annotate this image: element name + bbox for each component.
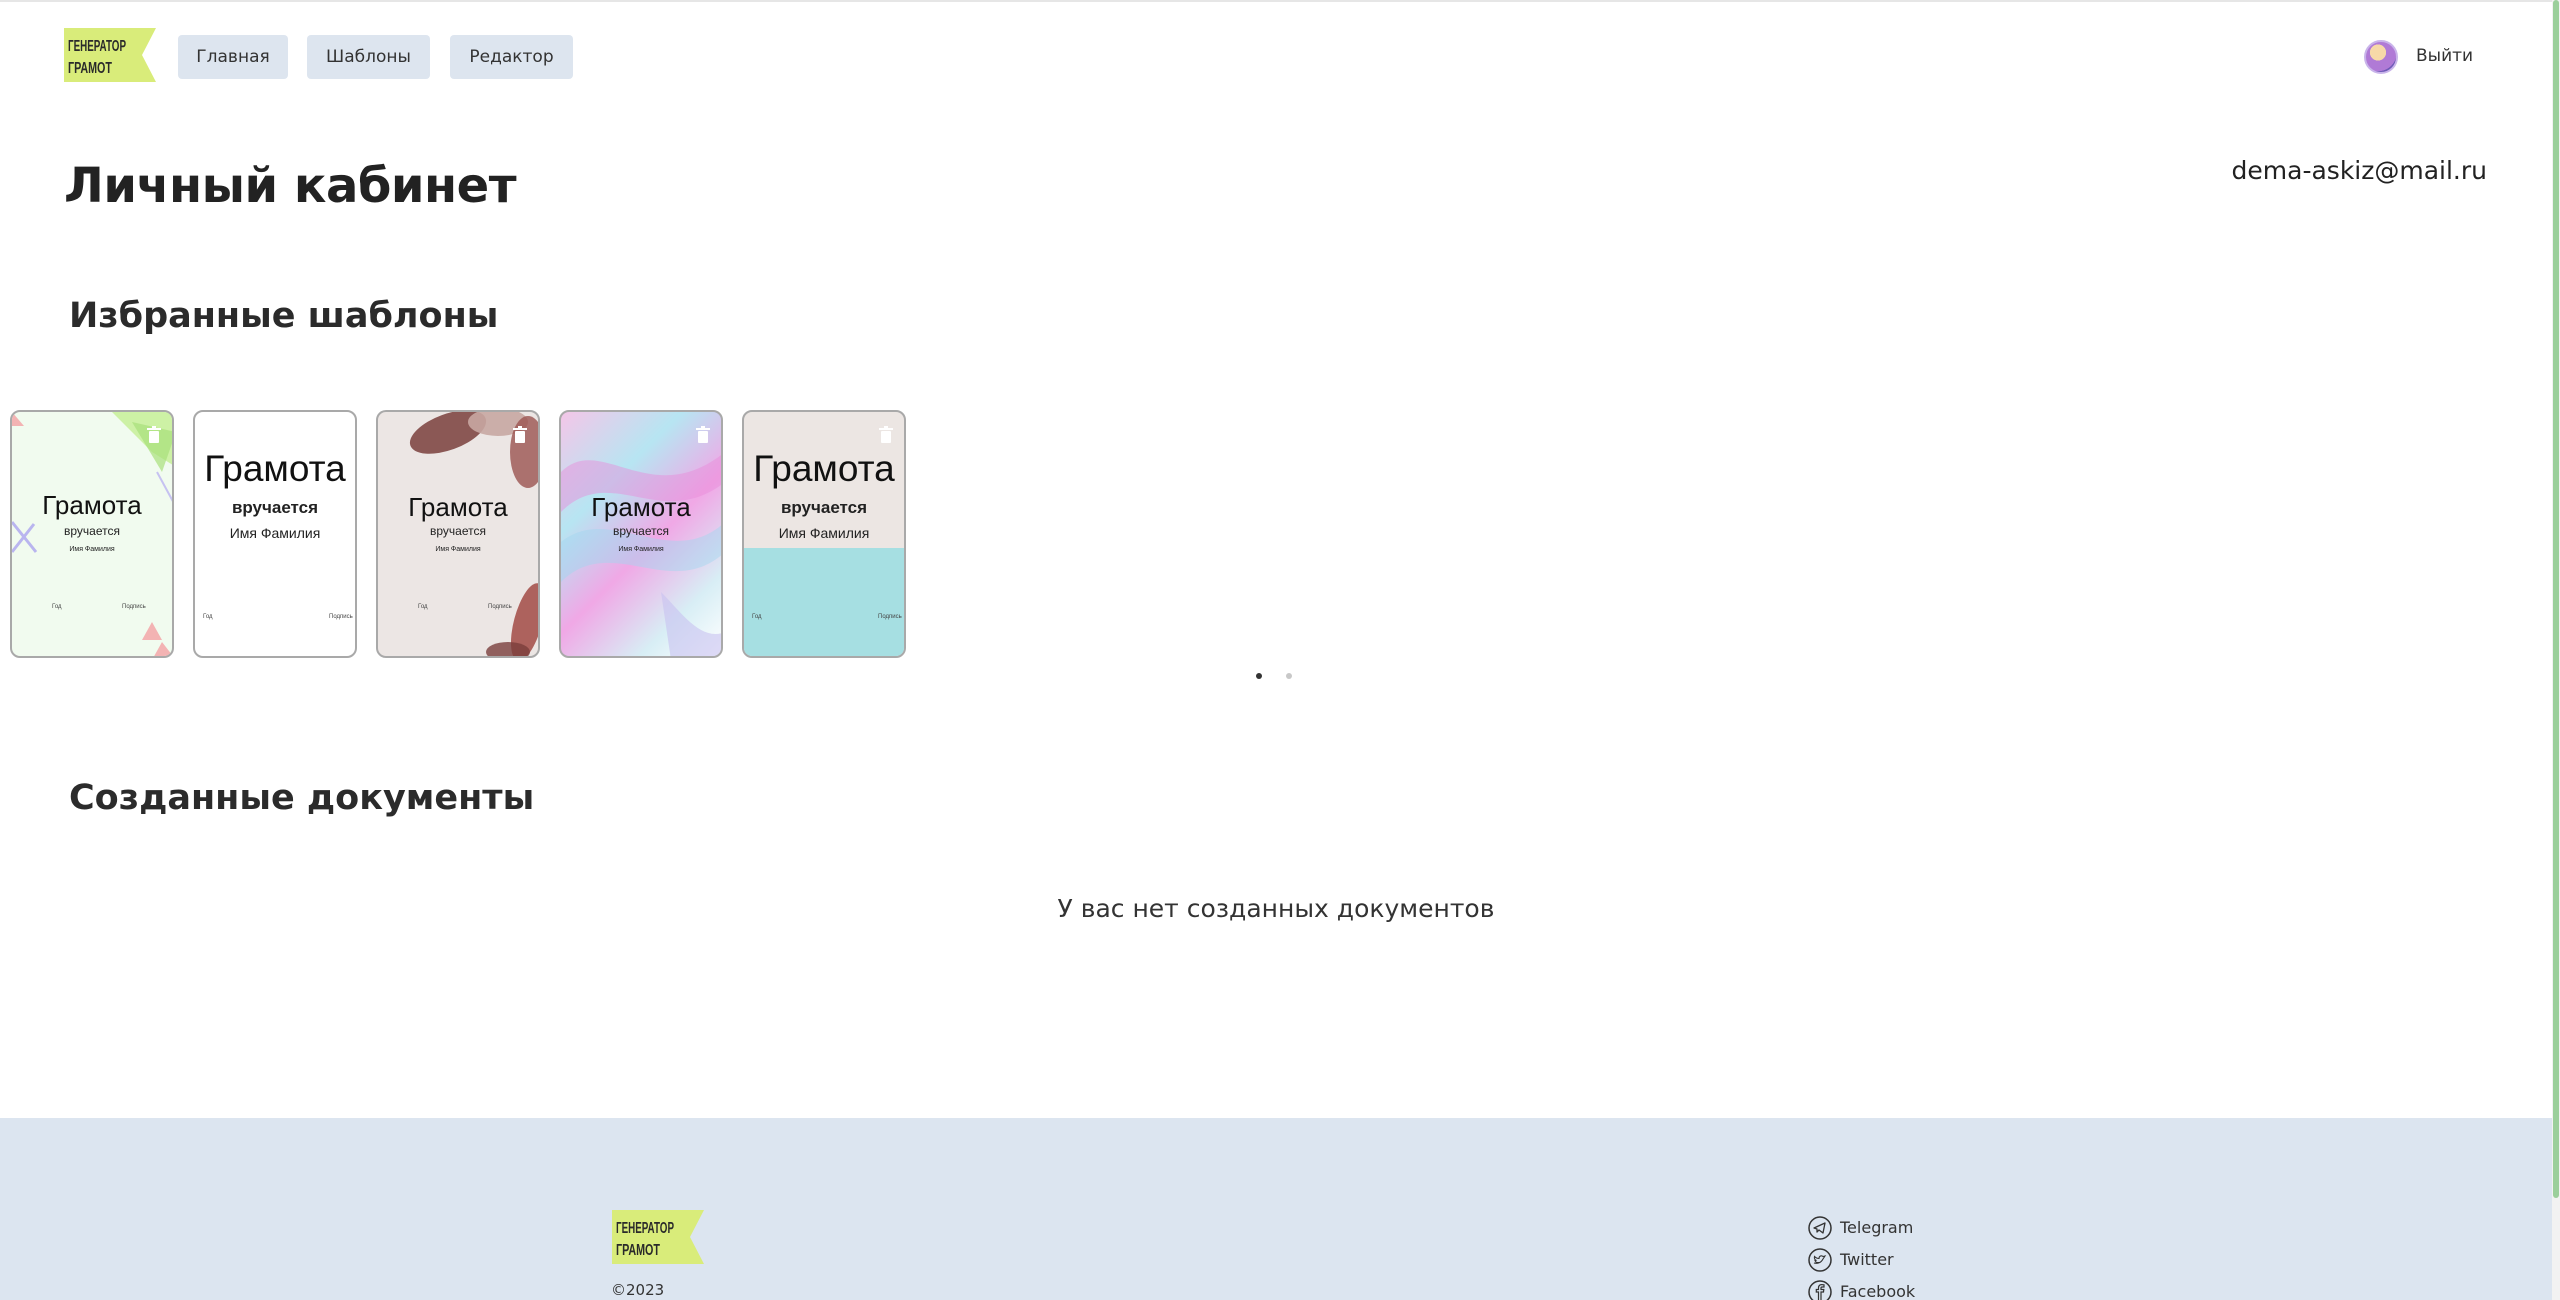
- nav-templates-button[interactable]: Шаблоны: [307, 35, 430, 79]
- social-label: Twitter: [1840, 1250, 1894, 1269]
- card-title: Грамота: [204, 448, 346, 489]
- documents-title: Созданные документы: [69, 778, 535, 818]
- card-name: Имя Фамилия: [778, 525, 870, 541]
- card-title: Грамота: [408, 492, 508, 522]
- logo[interactable]: ГЕНЕРАТОР ГРАМОТ: [64, 28, 156, 82]
- card-name: Имя Фамилия: [435, 546, 481, 553]
- card-subtitle: вручается: [430, 524, 486, 538]
- template-card[interactable]: Грамота вручается Имя Фамилия Год Подпис…: [193, 410, 357, 658]
- avatar[interactable]: [2364, 40, 2398, 74]
- facebook-icon: [1808, 1280, 1832, 1300]
- card-bottom-panel: [744, 548, 904, 656]
- logo-line-2: ГРАМОТ: [68, 60, 112, 77]
- card-year: Год: [752, 614, 762, 620]
- card-subtitle: вручается: [64, 524, 120, 538]
- logout-button[interactable]: Выйти: [2416, 46, 2473, 66]
- trash-icon[interactable]: [146, 426, 162, 444]
- card-name: Имя Фамилия: [618, 546, 664, 553]
- pagination-dot-1[interactable]: [1256, 673, 1262, 679]
- user-email: dema-askiz@mail.ru: [2231, 156, 2487, 185]
- card-title: Грамота: [42, 490, 142, 520]
- telegram-icon: [1808, 1216, 1832, 1240]
- template-card[interactable]: Грамота вручается Имя Фамилия Год Подпис…: [742, 410, 906, 658]
- card-signature: Подпись: [488, 604, 512, 610]
- footer-logo[interactable]: ГЕНЕРАТОР ГРАМОТ: [612, 1210, 704, 1264]
- template-card[interactable]: Грамота вручается Имя Фамилия Год Подпис…: [10, 410, 174, 658]
- card-signature: Подпись: [122, 604, 146, 610]
- copyright: ©2023: [611, 1281, 665, 1299]
- card-signature: Подпись: [878, 614, 902, 620]
- logo-line-1: ГЕНЕРАТОР: [68, 38, 126, 55]
- twitter-icon: [1808, 1248, 1832, 1272]
- template-card[interactable]: Грамота вручается Имя Фамилия Год Подпис…: [376, 410, 540, 658]
- social-label: Telegram: [1840, 1218, 1914, 1237]
- card-year: Год: [203, 614, 213, 620]
- pagination-dot-2[interactable]: [1286, 673, 1292, 679]
- card-subtitle: вручается: [231, 498, 319, 517]
- card-subtitle: вручается: [613, 524, 669, 538]
- nav-home-button[interactable]: Главная: [178, 35, 288, 79]
- card-name: Имя Фамилия: [69, 546, 115, 553]
- card-year: Год: [52, 604, 62, 610]
- nav-editor-button[interactable]: Редактор: [450, 35, 573, 79]
- favorites-title: Избранные шаблоны: [69, 296, 499, 336]
- card-subtitle: вручается: [780, 498, 868, 517]
- trash-icon[interactable]: [878, 426, 894, 444]
- footer-logo-line-2: ГРАМОТ: [616, 1242, 660, 1259]
- trash-icon[interactable]: [695, 426, 711, 444]
- social-label: Facebook: [1840, 1282, 1916, 1300]
- page-title: Личный кабинет: [64, 158, 517, 214]
- trash-icon[interactable]: [512, 426, 528, 444]
- template-card[interactable]: Грамота вручается Имя Фамилия: [559, 410, 723, 658]
- card-year: Год: [418, 604, 428, 610]
- header: ГЕНЕРАТОР ГРАМОТ Главная Шаблоны Редакто…: [0, 0, 2552, 110]
- card-signature: Подпись: [329, 614, 353, 620]
- footer: ГЕНЕРАТОР ГРАМОТ ©2023 Telegram Twitter …: [0, 1118, 2552, 1300]
- card-title: Грамота: [591, 492, 691, 522]
- card-title: Грамота: [753, 448, 895, 489]
- scrollbar-thumb[interactable]: [2553, 0, 2559, 1198]
- scrollbar-track[interactable]: [2552, 0, 2560, 1300]
- empty-documents-message: У вас нет созданных документов: [1057, 894, 1495, 923]
- footer-logo-line-1: ГЕНЕРАТОР: [616, 1220, 674, 1237]
- card-name: Имя Фамилия: [229, 525, 321, 541]
